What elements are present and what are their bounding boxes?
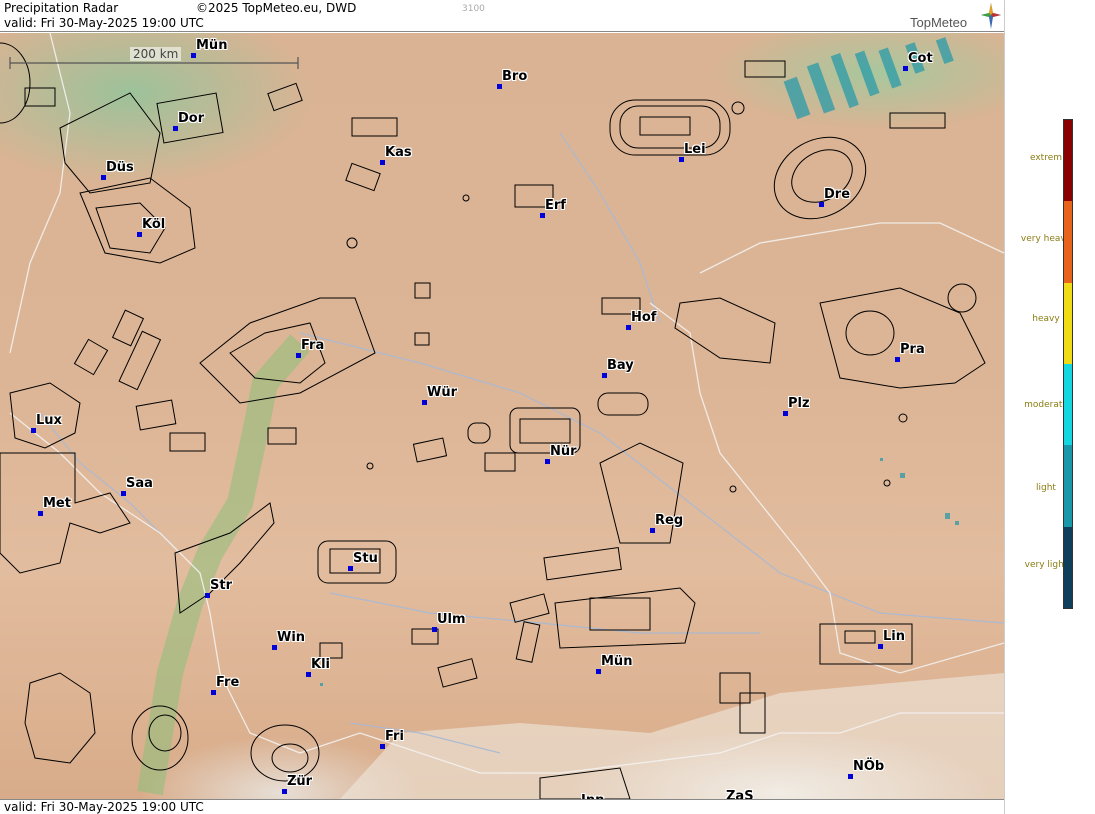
city-label: Nür xyxy=(550,444,577,459)
city-label: Win xyxy=(277,630,306,645)
city-marker-icon[interactable] xyxy=(783,411,788,416)
city-label: Wür xyxy=(427,385,458,400)
city-marker-icon[interactable] xyxy=(895,357,900,362)
legend-segment-4 xyxy=(1064,445,1072,527)
city-label: Erf xyxy=(545,198,566,213)
city-label: Düs xyxy=(106,160,134,175)
city-marker-icon[interactable] xyxy=(545,459,550,464)
city-marker-icon[interactable] xyxy=(173,126,178,131)
city-marker-icon[interactable] xyxy=(497,84,502,89)
city-marker-icon[interactable] xyxy=(272,645,277,650)
city-label: Stu xyxy=(353,551,378,566)
city-label: Fri xyxy=(385,729,404,744)
valid-time-bottom: valid: Fri 30-May-2025 19:00 UTC xyxy=(0,799,1004,814)
city-label: Str xyxy=(210,578,232,593)
city-label: Bro xyxy=(502,69,528,84)
city-marker-icon[interactable] xyxy=(380,744,385,749)
city-marker-icon[interactable] xyxy=(282,789,287,794)
city-label: Ulm xyxy=(437,612,466,627)
city-marker-icon[interactable] xyxy=(306,672,311,677)
radar-map[interactable]: 200 km Mün Bro Cot Dor Kas Lei Düs Dre Erf Köl Hof… xyxy=(0,33,1004,799)
city-label: Köl xyxy=(142,217,166,232)
legend-segment-2 xyxy=(1064,282,1072,364)
city-label: Lux xyxy=(36,413,62,428)
city-marker-icon[interactable] xyxy=(296,353,301,358)
city-label: Fra xyxy=(301,338,325,353)
city-marker-icon[interactable] xyxy=(819,202,824,207)
legend-segment-3 xyxy=(1064,363,1072,446)
city-label: Fre xyxy=(216,675,240,690)
product-code: 3100 xyxy=(462,4,485,14)
legend-segment-1 xyxy=(1064,201,1072,283)
city-marker-icon[interactable] xyxy=(540,213,545,218)
scale-label: 200 km xyxy=(130,47,182,61)
city-marker-icon[interactable] xyxy=(422,400,427,405)
city-label: Lei xyxy=(684,142,706,157)
city-marker-icon[interactable] xyxy=(137,232,142,237)
city-label: Lin xyxy=(883,629,905,644)
logo-star-icon xyxy=(981,3,1001,29)
city-label: Kli xyxy=(311,657,330,672)
legend-color-bar xyxy=(1063,119,1073,609)
city-label: Saa xyxy=(126,476,153,491)
airspace-outlines xyxy=(0,42,986,799)
city-marker-icon[interactable] xyxy=(650,528,655,533)
city-marker-icon[interactable] xyxy=(878,644,883,649)
city-label: Kas xyxy=(385,145,412,160)
city-label: Plz xyxy=(788,396,810,411)
alps-region xyxy=(340,673,1004,799)
city-marker-icon[interactable] xyxy=(432,627,437,632)
city-marker-icon[interactable] xyxy=(848,774,853,779)
logo-text[interactable]: TopMeteo xyxy=(910,15,967,30)
city-label: Zür xyxy=(287,774,313,789)
legend-segment-0 xyxy=(1064,120,1072,202)
map-title: Precipitation Radar xyxy=(4,1,119,15)
city-label: Met xyxy=(43,496,71,511)
city-label: Mün xyxy=(196,38,228,53)
city-marker-icon[interactable] xyxy=(121,491,126,496)
city-marker-icon[interactable] xyxy=(903,66,908,71)
city-marker-icon[interactable] xyxy=(348,566,353,571)
city-marker-icon[interactable] xyxy=(626,325,631,330)
city-label: ZaS xyxy=(726,789,754,799)
city-label: Dor xyxy=(178,111,205,126)
city-marker-icon[interactable] xyxy=(205,593,210,598)
radar-frame: Precipitation Radar ©2025 TopMeteo.eu, D… xyxy=(0,0,1095,814)
borders xyxy=(9,33,1004,774)
legend-segment-5 xyxy=(1064,526,1072,608)
city-marker-icon[interactable] xyxy=(602,373,607,378)
header: Precipitation Radar ©2025 TopMeteo.eu, D… xyxy=(0,0,1004,32)
city-label: Hof xyxy=(631,310,657,325)
city-marker-icon[interactable] xyxy=(38,511,43,516)
valid-time-top: valid: Fri 30-May-2025 19:00 UTC xyxy=(4,16,204,30)
copyright: ©2025 TopMeteo.eu, DWD xyxy=(196,1,357,15)
city-marker-icon[interactable] xyxy=(596,669,601,674)
city-marker-icon[interactable] xyxy=(380,160,385,165)
city-label: Bay xyxy=(607,358,634,373)
city-marker-icon[interactable] xyxy=(31,428,36,433)
city-label: Dre xyxy=(824,187,851,202)
city-marker-icon[interactable] xyxy=(211,690,216,695)
map-overlay xyxy=(0,33,1004,799)
city-label: NÖb xyxy=(853,759,885,774)
city-label: Cot xyxy=(908,51,933,66)
city-marker-icon[interactable] xyxy=(101,175,106,180)
city-label: Reg xyxy=(655,513,684,528)
city-label: Pra xyxy=(900,342,925,357)
city-label: Mün xyxy=(601,654,633,669)
precipitation-legend: extrem very heavy heavy moderate light v… xyxy=(1004,0,1095,814)
city-marker-icon[interactable] xyxy=(191,53,196,58)
city-marker-icon[interactable] xyxy=(679,157,684,162)
